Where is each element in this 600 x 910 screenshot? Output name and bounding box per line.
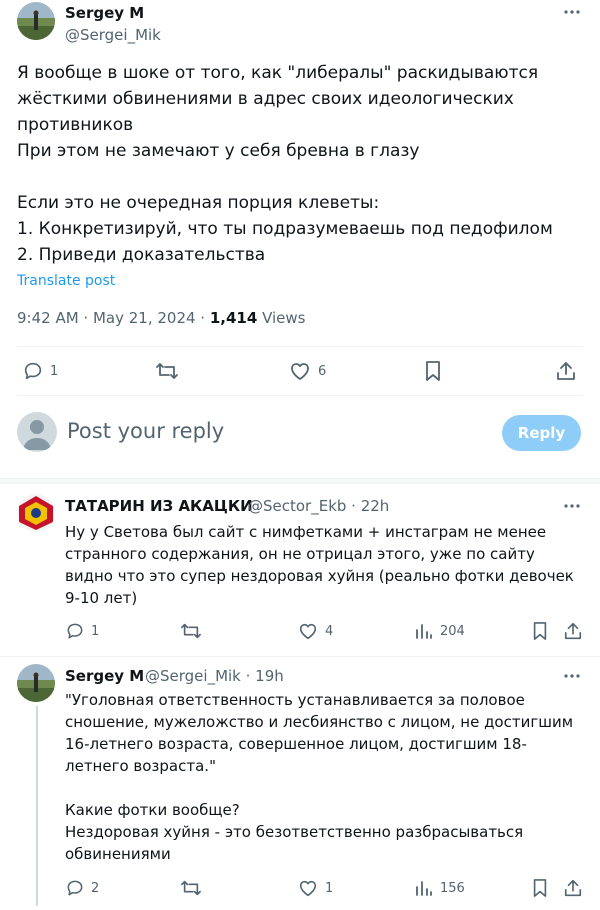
reply-author-name[interactable]: ТАТАРИН ИЗ АКАЦКИ [65,497,253,515]
tweet-timestamp[interactable]: 9:42 AM · May 21, 2024 · [17,309,210,327]
reply-author-handle[interactable]: @Sergei_Mik · 19h [145,667,284,685]
reply-icon [67,880,83,896]
views-chart-icon [416,624,432,639]
repost-icon [181,880,201,896]
tweet-meta: 9:42 AM · May 21, 2024 · 1,414 Views [17,309,305,327]
like-count: 6 [318,363,327,379]
more-options-icon[interactable] [560,0,584,24]
reply-button[interactable]: Reply [502,415,581,451]
repost-action[interactable] [180,621,202,641]
views-count: 156 [440,880,465,896]
bookmark-action[interactable] [423,360,443,382]
share-icon [557,362,575,380]
share-action[interactable] [563,621,583,641]
user-avatar [17,412,57,452]
like-action[interactable]: 4 [297,621,333,641]
reply-action[interactable]: 1 [22,360,58,382]
more-options-icon[interactable] [560,664,584,688]
heart-icon [291,363,309,380]
reply-icon [67,623,83,639]
like-count: 4 [325,623,334,639]
bookmark-action[interactable] [531,621,549,641]
repost-icon [156,363,178,379]
views-count: 1,414 [209,309,258,327]
share-icon [564,879,582,897]
views-action[interactable]: 204 [414,621,465,641]
reply-author-avatar[interactable] [17,664,55,702]
divider [0,656,600,657]
repost-icon [181,623,201,639]
tweet-text: Я вообще в шоке от того, как "либералы" … [17,63,553,265]
reply-icon [24,362,42,380]
repost-action[interactable] [180,878,202,898]
views-count: 204 [440,623,465,639]
share-icon [564,622,582,640]
more-options-icon[interactable] [560,494,584,518]
divider [17,395,583,396]
reply-author-handle[interactable]: @Sector_Ekb · 22h [248,497,389,515]
like-action[interactable]: 6 [288,360,326,382]
reply-action[interactable]: 1 [65,621,99,641]
bookmark-icon [533,879,547,897]
views-chart-icon [416,881,432,896]
bookmark-action[interactable] [531,878,549,898]
bookmark-icon [426,361,440,381]
author-name[interactable]: Sergey M [65,4,144,22]
reply-input[interactable]: Post your reply [67,419,224,443]
reply-count: 2 [91,880,100,896]
heart-icon [299,623,317,640]
reply-author-name[interactable]: Sergey M [65,667,144,685]
repost-action[interactable] [155,360,179,382]
reply-count: 1 [50,363,59,379]
like-action[interactable]: 1 [297,878,333,898]
reply-text: "Уголовная ответственность устанавливает… [65,691,574,863]
section-separator [0,478,600,484]
divider [17,346,583,347]
reply-author-avatar[interactable] [17,494,55,532]
author-handle[interactable]: @Sergei_Mik [65,26,161,44]
share-action[interactable] [563,878,583,898]
reply-text: Ну у Светова был сайт с нимфетками + инс… [65,523,579,607]
translate-post-link[interactable]: Translate post [17,273,115,289]
author-avatar[interactable] [17,2,55,40]
share-action[interactable] [555,360,577,382]
thread-line [36,706,38,906]
bookmark-icon [533,622,547,640]
heart-icon [299,880,317,897]
reply-action[interactable]: 2 [65,878,99,898]
like-count: 1 [325,880,334,896]
reply-count: 1 [91,623,100,639]
views-action[interactable]: 156 [414,878,465,898]
views-label: Views [257,309,306,327]
